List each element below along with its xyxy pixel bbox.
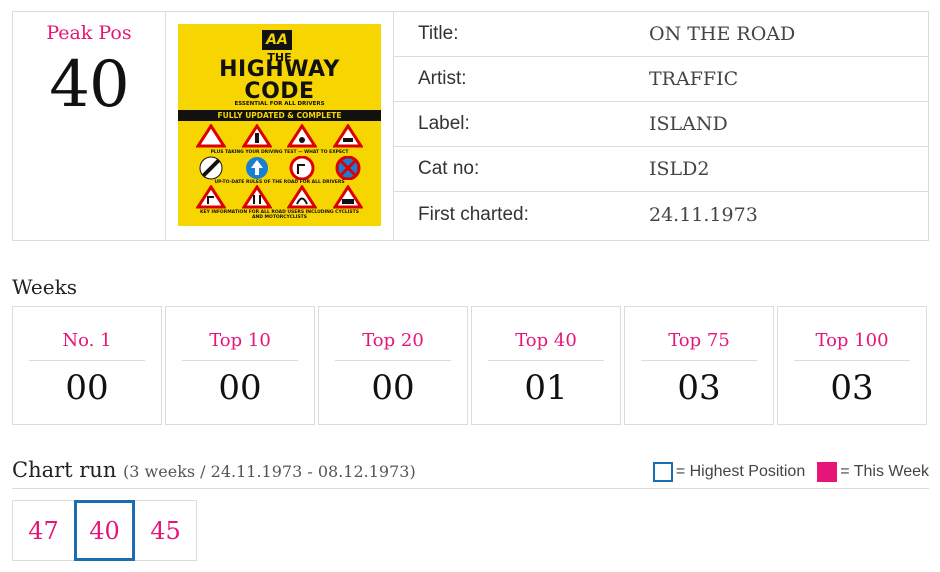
detail-row-artist: Artist: TRAFFIC xyxy=(394,57,928,102)
cover-signs-row-1 xyxy=(178,124,381,148)
chart-run-week-1[interactable]: 47 xyxy=(13,501,74,560)
weeks-stat-top40: Top 40 01 xyxy=(471,306,621,425)
chart-run-divider xyxy=(12,488,929,489)
artist-value[interactable]: TRAFFIC xyxy=(649,68,738,90)
cover-image[interactable]: AA THE HIGHWAY CODE ESSENTIAL FOR ALL DR… xyxy=(178,24,381,226)
cover-brand-logo: AA xyxy=(262,30,292,50)
round-sign-icon xyxy=(289,156,315,180)
warning-sign-icon xyxy=(195,185,226,209)
cover-band-text: FULLY UPDATED & COMPLETE xyxy=(178,110,381,121)
cover-line-3: KEY INFORMATION FOR ALL ROAD USERS INCLU… xyxy=(200,210,359,220)
round-sign-icon xyxy=(199,156,223,180)
label-value: ISLAND xyxy=(649,113,728,135)
warning-sign-icon xyxy=(333,185,364,209)
legend-this-week-label: = This Week xyxy=(840,463,929,480)
chart-run-subtitle: (3 weeks / 24.11.1973 - 08.12.1973) xyxy=(123,462,416,481)
detail-row-title: Title: ON THE ROAD xyxy=(394,12,928,57)
weeks-stats: No. 1 00 Top 10 00 Top 20 00 Top 40 01 T… xyxy=(12,306,930,425)
cover-cell: AA THE HIGHWAY CODE ESSENTIAL FOR ALL DR… xyxy=(166,12,394,240)
catno-value: ISLD2 xyxy=(649,158,710,180)
warning-sign-icon xyxy=(195,124,226,148)
weeks-stat-top10: Top 10 00 xyxy=(165,306,315,425)
cover-essential-text: ESSENTIAL FOR ALL DRIVERS xyxy=(234,101,325,107)
chart-run-week-3[interactable]: 45 xyxy=(135,501,196,560)
single-info-panel: Peak Pos 40 AA THE HIGHWAY CODE ESSENTIA… xyxy=(12,11,929,241)
detail-row-catno: Cat no: ISLD2 xyxy=(394,147,928,192)
cover-signs-row-3 xyxy=(178,185,381,209)
warning-sign-icon xyxy=(241,185,272,209)
warning-sign-icon xyxy=(241,124,272,148)
single-details: Title: ON THE ROAD Artist: TRAFFIC Label… xyxy=(394,12,928,240)
peak-position-value: 40 xyxy=(49,48,129,122)
weeks-stat-top75: Top 75 03 xyxy=(624,306,774,425)
round-sign-icon xyxy=(335,156,361,180)
detail-row-first-charted: First charted: 24.11.1973 xyxy=(418,203,758,226)
round-sign-icon xyxy=(245,157,268,179)
chart-run-positions: 47 40 45 xyxy=(12,500,197,561)
warning-sign-icon xyxy=(287,124,318,148)
detail-row-label: Label: ISLAND xyxy=(394,102,928,147)
cover-title: HIGHWAY CODE xyxy=(219,57,340,104)
cover-line-1: PLUS TAKING YOUR DRIVING TEST — WHAT TO … xyxy=(210,150,349,155)
warning-sign-icon xyxy=(287,185,318,209)
weeks-stat-top20: Top 20 00 xyxy=(318,306,468,425)
cover-signs-row-2 xyxy=(178,156,381,180)
legend-highest-label: = Highest Position xyxy=(675,463,806,480)
weeks-stat-top100: Top 100 03 xyxy=(777,306,927,425)
weeks-heading: Weeks xyxy=(12,275,77,299)
chart-run-legend: = Highest Position = This Week xyxy=(652,462,929,482)
this-week-swatch-icon xyxy=(817,462,838,482)
title-value: ON THE ROAD xyxy=(649,23,796,45)
chart-run-week-2-highest[interactable]: 40 xyxy=(74,500,135,561)
chart-run-heading: Chart run (3 weeks / 24.11.1973 - 08.12.… xyxy=(12,458,416,482)
peak-position-cell: Peak Pos 40 xyxy=(13,12,166,240)
highest-position-swatch-icon xyxy=(652,462,673,482)
first-charted-value: 24.11.1973 xyxy=(649,203,758,226)
weeks-stat-no1: No. 1 00 xyxy=(12,306,162,425)
warning-sign-icon xyxy=(333,124,364,148)
peak-position-label: Peak Pos xyxy=(46,22,132,44)
